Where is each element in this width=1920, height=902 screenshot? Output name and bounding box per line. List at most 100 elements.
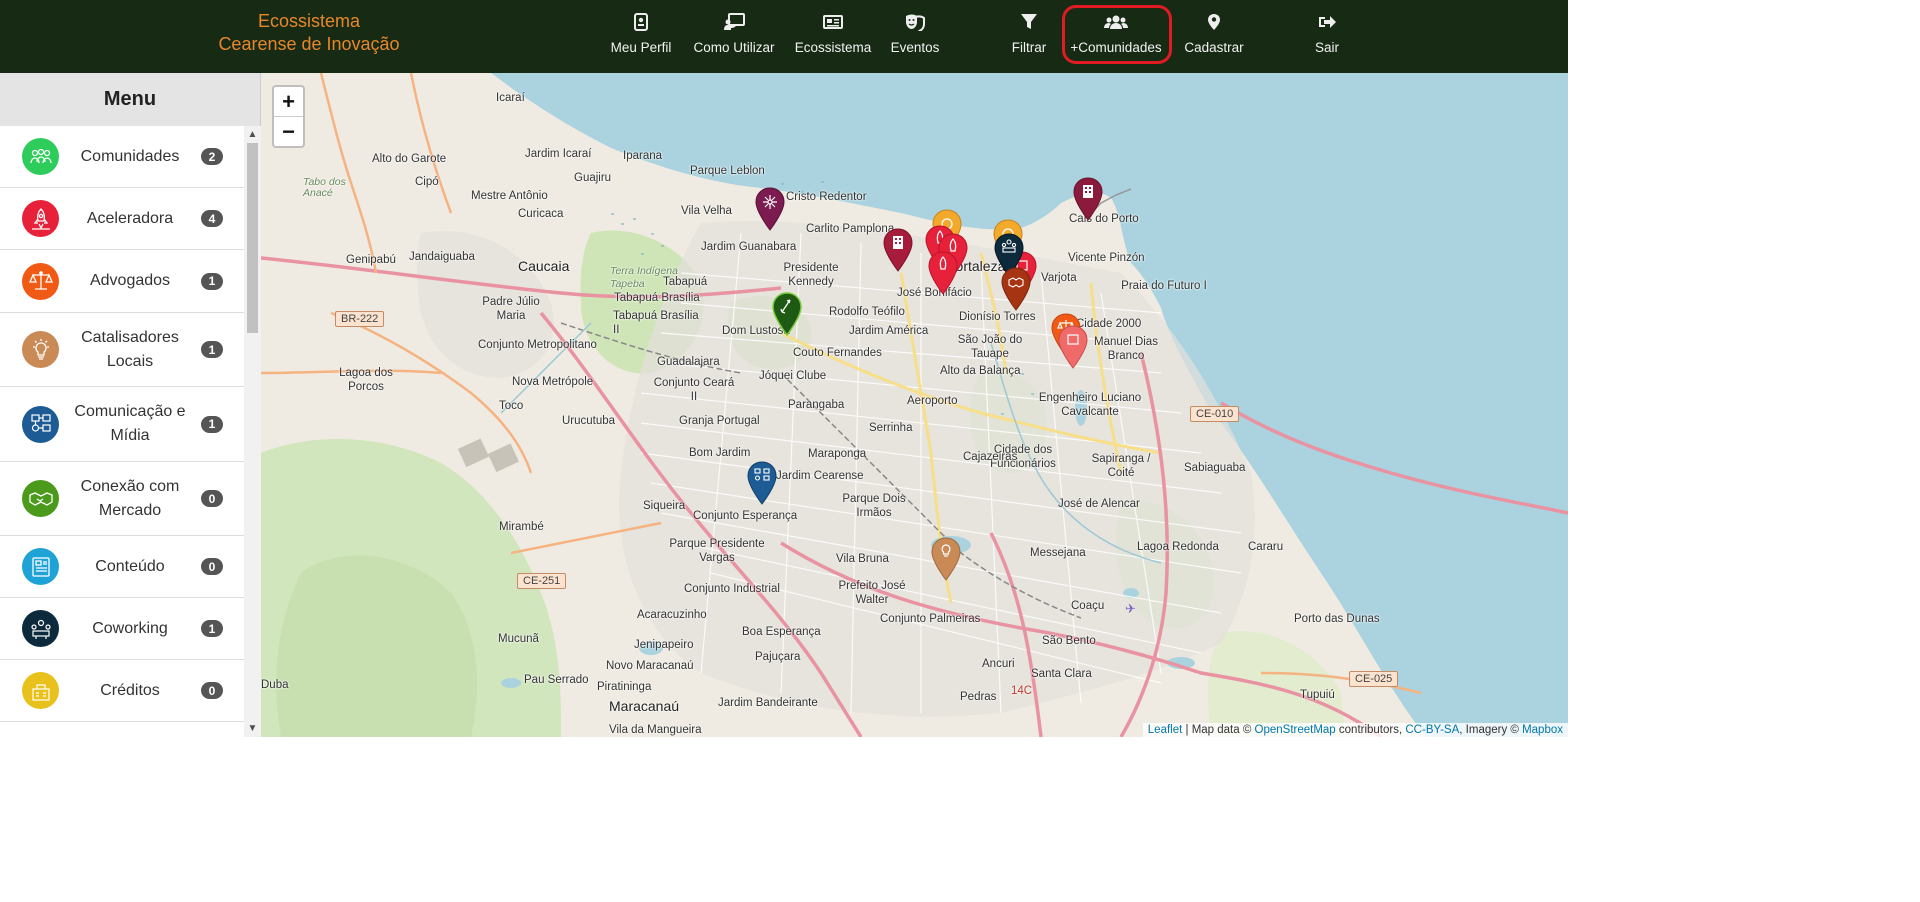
- menu-item-coworking[interactable]: Coworking 1: [0, 598, 244, 660]
- count-badge: 0: [201, 558, 223, 575]
- map-marker-aceleradora[interactable]: [928, 251, 958, 295]
- nav-eventos[interactable]: Eventos: [888, 10, 942, 62]
- place-label: Pau Serrado: [524, 674, 589, 686]
- category-list: Comunidades 2 Aceleradora 4 Advogados 1 …: [0, 126, 244, 737]
- zoom-in-button[interactable]: +: [274, 87, 303, 117]
- attribution-text: , Imagery ©: [1459, 724, 1523, 736]
- cc-by-sa-link[interactable]: CC-BY-SA: [1405, 724, 1459, 736]
- masks-theater-icon: [904, 10, 926, 34]
- map-marker-conexao[interactable]: [1001, 267, 1031, 311]
- place-label: Siqueira: [643, 500, 686, 512]
- place-label: Lagoa dos Porcos: [339, 367, 393, 393]
- place-label: Toco: [499, 400, 524, 412]
- place-label: Conjunto Metropolitano: [478, 339, 597, 351]
- menu-item-aceleradora[interactable]: Aceleradora 4: [0, 188, 244, 250]
- nav-meu-perfil[interactable]: Meu Perfil: [607, 10, 675, 62]
- menu-item-label: Comunidades: [80, 147, 180, 165]
- menu-item-comunidades[interactable]: Comunidades 2: [0, 126, 244, 188]
- menu-title: Menu: [0, 73, 260, 126]
- map-marker-comunicacao-midia[interactable]: [747, 461, 777, 505]
- place-label: Presidente Kennedy: [783, 262, 839, 288]
- place-label: José de Alencar: [1058, 498, 1140, 510]
- map-marker-comunicacao[interactable]: [755, 187, 785, 231]
- place-label: Santa Clara: [1031, 668, 1092, 680]
- road-shield: CE-025: [1349, 671, 1399, 687]
- place-label: São Bento: [1042, 635, 1096, 647]
- place-label: Cristo Redentor: [786, 191, 867, 203]
- place-label: Cararu: [1248, 541, 1284, 553]
- map-marker-aceleradora[interactable]: [1058, 325, 1088, 369]
- place-label: Duba: [261, 679, 289, 691]
- menu-item-conexao-mercado[interactable]: Conexão com Mercado 0: [0, 462, 244, 536]
- place-label: Jandaiguaba: [409, 251, 475, 263]
- menu-item-comunicacao-midia[interactable]: Comunicação e Mídia 1: [0, 387, 244, 462]
- place-label: Maraponga: [808, 448, 867, 460]
- scroll-up-arrow-icon[interactable]: ▲: [244, 126, 261, 143]
- place-label: Coaçu: [1071, 600, 1105, 612]
- menu-item-partial[interactable]: [0, 722, 244, 737]
- place-label: Jardim Icaraí: [525, 148, 592, 160]
- mapbox-link[interactable]: Mapbox: [1522, 724, 1563, 736]
- place-label: Dionísio Torres: [959, 311, 1036, 323]
- scroll-thumb[interactable]: [247, 143, 258, 333]
- place-label: Acaracuzinho: [637, 609, 707, 621]
- place-label: Caucaia: [518, 258, 570, 274]
- place-label: Nova Metrópole: [512, 376, 594, 388]
- map-attribution: Leaflet | Map data © OpenStreetMap contr…: [1142, 723, 1568, 737]
- place-label: Parangaba: [788, 399, 845, 411]
- place-label: Parque Leblon: [690, 165, 765, 177]
- place-label: Tabapuá Brasília II: [613, 310, 699, 336]
- place-label: Guajiru: [574, 172, 612, 184]
- brand-line-2: Cearense de Inovação: [218, 34, 400, 54]
- coworking-icon: [22, 610, 59, 647]
- map-marker-comunidades[interactable]: [772, 292, 802, 336]
- place-label: Genipabú: [346, 254, 396, 266]
- place-label: Sapiranga / Coité: [1091, 453, 1151, 479]
- credits-icon: [22, 672, 59, 709]
- sidebar-scrollbar[interactable]: ▲ ▼: [244, 126, 261, 737]
- menu-item-conteudo[interactable]: Conteúdo 0: [0, 536, 244, 598]
- menu-item-advogados[interactable]: Advogados 1: [0, 250, 244, 313]
- nav-ecossistema[interactable]: Ecossistema: [795, 10, 871, 62]
- nav-sair[interactable]: Sair: [1307, 10, 1347, 62]
- place-label: Conjunto Esperança: [693, 510, 798, 522]
- menu-item-catalisadores-locais[interactable]: Catalisadores Locais 1: [0, 313, 244, 387]
- nav-filtrar[interactable]: Filtrar: [1007, 10, 1051, 62]
- place-label: Jóquei Clube: [759, 370, 827, 382]
- nav-label: Cadastrar: [1184, 40, 1244, 55]
- place-label: Praia do Futuro I: [1121, 280, 1207, 292]
- leaflet-link[interactable]: Leaflet: [1148, 724, 1183, 736]
- media-icon: [22, 405, 59, 443]
- place-label: Rodolfo Teófilo: [829, 306, 905, 318]
- count-badge: 1: [201, 272, 223, 290]
- osm-link[interactable]: OpenStreetMap: [1255, 724, 1336, 736]
- map-marker-catalisadores-locais[interactable]: [931, 537, 961, 581]
- place-label: Manuel Dias Branco: [1094, 336, 1158, 362]
- map-marker-aceleradora[interactable]: [883, 228, 913, 272]
- place-label: Alto do Garote: [372, 153, 447, 165]
- road-shield: 14C: [1011, 685, 1033, 697]
- place-label: Sabiaguaba: [1184, 462, 1246, 474]
- place-label: Urucutuba: [562, 415, 616, 427]
- place-label: Prefeito José Walter: [838, 580, 906, 606]
- scroll-down-arrow-icon[interactable]: ▼: [244, 720, 261, 737]
- place-label: Novo Maracanaú: [606, 660, 694, 672]
- zoom-control: + −: [272, 85, 305, 148]
- map-marker-cais-do-porto[interactable]: [1073, 177, 1103, 221]
- brand-logo-text[interactable]: Ecossistema Cearense de Inovação: [200, 10, 418, 56]
- place-label: Engenheiro Luciano Cavalcante: [1038, 392, 1142, 418]
- nav-como-utilizar[interactable]: Como Utilizar: [690, 10, 778, 62]
- map-view[interactable]: ✈ Icaraí Alto do Garote Tabo dos Anacé C…: [261, 73, 1568, 737]
- zoom-out-button[interactable]: −: [274, 117, 303, 147]
- place-label: Varjota: [1041, 272, 1077, 284]
- count-badge: 1: [201, 415, 223, 433]
- place-label: Cajazeiras: [963, 451, 1018, 463]
- place-label: Piratininga: [597, 681, 652, 693]
- menu-item-creditos[interactable]: Créditos 0: [0, 660, 244, 722]
- menu-item-label: Aceleradora: [86, 209, 174, 227]
- nav-cadastrar[interactable]: Cadastrar: [1182, 10, 1246, 62]
- place-label: Jenipapeiro: [634, 639, 694, 651]
- place-label: Parque Presidente Vargas: [669, 538, 765, 564]
- menu-item-label: Coworking: [92, 619, 168, 637]
- nav-label: Meu Perfil: [610, 40, 672, 55]
